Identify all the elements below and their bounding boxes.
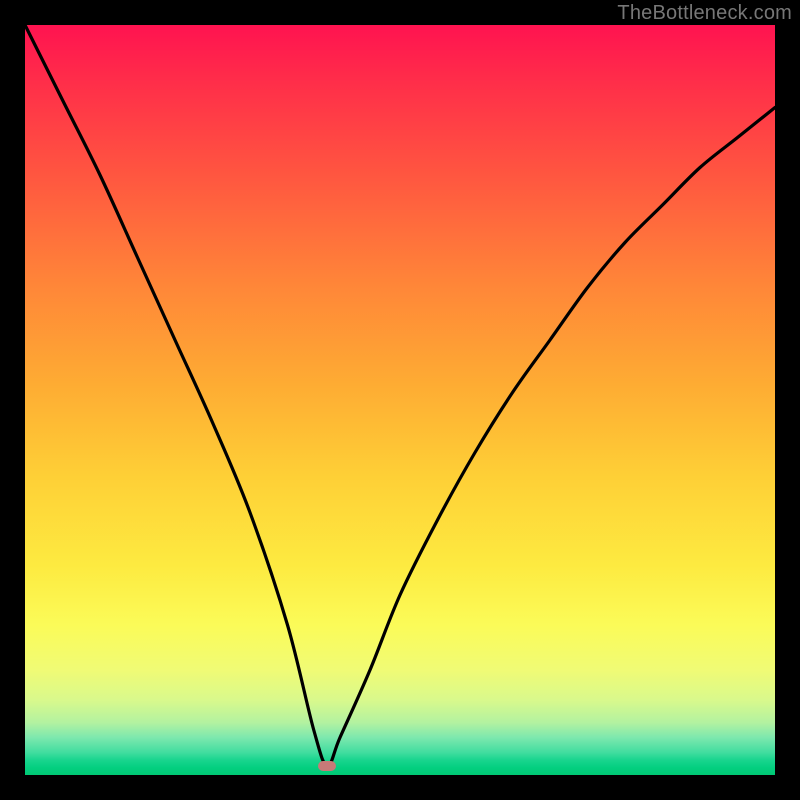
optimum-marker xyxy=(318,761,336,771)
curve-path xyxy=(25,25,775,766)
bottleneck-curve xyxy=(25,25,775,775)
watermark-text: TheBottleneck.com xyxy=(617,2,792,25)
plot-area xyxy=(25,25,775,775)
chart-frame: TheBottleneck.com xyxy=(0,0,800,800)
